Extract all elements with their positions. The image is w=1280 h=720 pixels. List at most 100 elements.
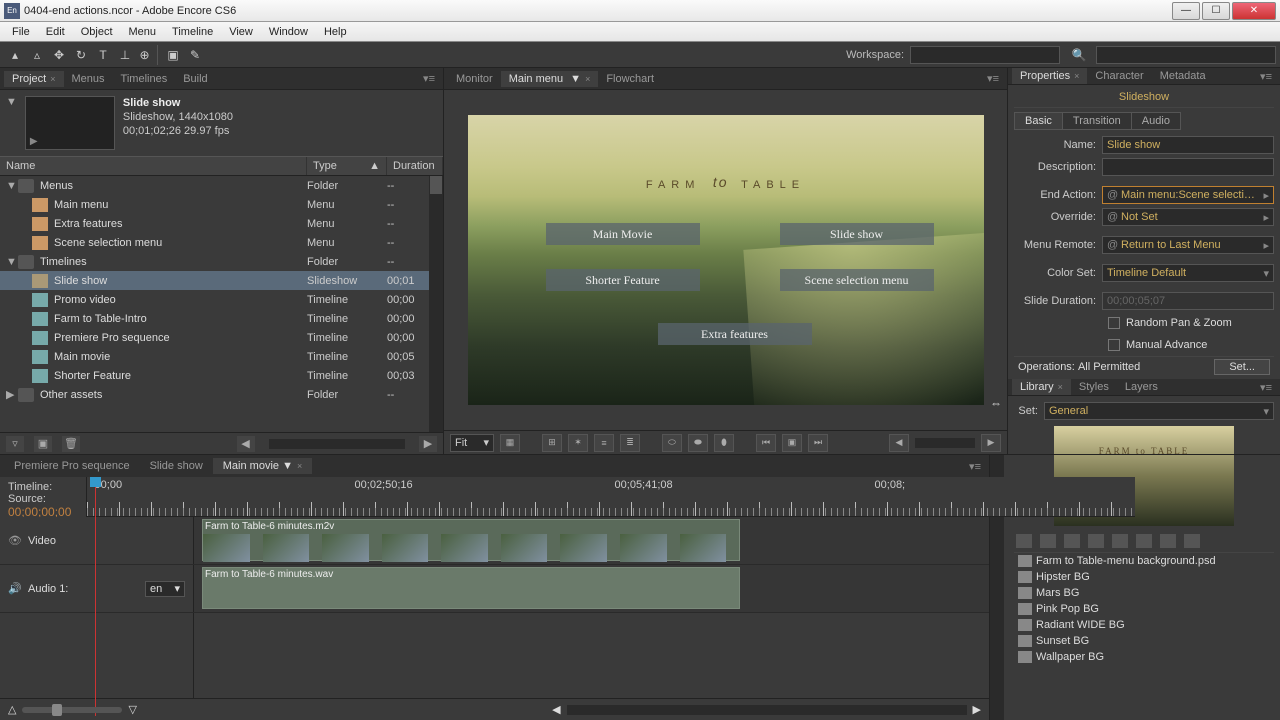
chevron-right-icon[interactable]: ▸ <box>1263 189 1269 202</box>
monitor-canvas[interactable]: FARM to TABLE Main Movie Slide show Shor… <box>444 90 1007 430</box>
tab-metadata[interactable]: Metadata <box>1152 68 1214 84</box>
tab-styles[interactable]: Styles <box>1071 379 1117 395</box>
preview-btn-main-movie[interactable]: Main Movie <box>546 223 700 245</box>
tab-basic[interactable]: Basic <box>1014 112 1063 130</box>
column-name[interactable]: Name <box>0 157 307 175</box>
project-item[interactable]: Main menuMenu-- <box>0 195 443 214</box>
workspace-select[interactable] <box>910 46 1060 64</box>
timeline-h-scrollbar[interactable] <box>567 705 967 715</box>
new-button-icon[interactable]: ⬭ <box>662 434 682 452</box>
scroll-left-icon[interactable]: ◀ <box>889 434 909 452</box>
scroll-left-icon[interactable]: ◀ <box>237 436 255 452</box>
menu-timeline[interactable]: Timeline <box>164 26 221 38</box>
menu-menu[interactable]: Menu <box>121 26 165 38</box>
project-list[interactable]: ▼MenusFolder--Main menuMenu--Extra featu… <box>0 176 443 432</box>
project-item[interactable]: Slide showSlideshow00;01 <box>0 271 443 290</box>
preview-btn-scene[interactable]: Scene selection menu <box>780 269 934 291</box>
column-duration[interactable]: Duration <box>387 157 443 175</box>
project-item[interactable]: Premiere Pro sequenceTimeline00;00 <box>0 328 443 347</box>
routing-icon[interactable]: ⊞ <box>542 434 562 452</box>
preview-icon[interactable]: ▣ <box>162 45 184 65</box>
name-field[interactable]: Slide show <box>1102 136 1274 154</box>
tab-properties[interactable]: Properties× <box>1012 68 1087 84</box>
search-input[interactable] <box>1096 46 1276 64</box>
project-item[interactable]: ▼MenusFolder-- <box>0 176 443 195</box>
edit-menu-icon[interactable]: ✎ <box>184 45 206 65</box>
filter-icon[interactable]: ▿ <box>6 436 24 452</box>
chevron-right-icon[interactable]: ▸ <box>1263 211 1269 224</box>
scroll-left-icon[interactable]: ◀ <box>552 703 560 716</box>
description-field[interactable] <box>1102 158 1274 176</box>
preview-btn-shorter[interactable]: Shorter Feature <box>546 269 700 291</box>
preview-btn-extra[interactable]: Extra features <box>658 323 812 345</box>
new-item-icon[interactable]: ▣ <box>34 436 52 452</box>
new-button2-icon[interactable]: ⬬ <box>688 434 708 452</box>
show-normal-icon[interactable]: ✶ <box>568 434 588 452</box>
timeline-tab-slideshow[interactable]: Slide show <box>140 458 213 474</box>
prev-chapter-icon[interactable]: ⏮ <box>756 434 776 452</box>
pickwhip-icon[interactable]: @ <box>1107 239 1121 251</box>
chevron-down-icon[interactable]: ▾ <box>1263 405 1269 418</box>
tab-transition[interactable]: Transition <box>1062 112 1132 130</box>
rotate-tool-icon[interactable]: ↻ <box>70 45 92 65</box>
zoom-slider[interactable] <box>22 707 122 713</box>
tab-timelines[interactable]: Timelines <box>113 71 176 87</box>
panel-flyout-icon[interactable]: ▾≡ <box>983 72 1003 85</box>
direct-select-tool-icon[interactable]: ▵ <box>26 45 48 65</box>
search-icon[interactable]: 🔍 <box>1068 45 1090 65</box>
project-item[interactable]: Shorter FeatureTimeline00;03 <box>0 366 443 385</box>
move-tool-icon[interactable]: ✥ <box>48 45 70 65</box>
menu-view[interactable]: View <box>221 26 261 38</box>
project-item[interactable]: Main movieTimeline00;05 <box>0 347 443 366</box>
menu-object[interactable]: Object <box>73 26 121 38</box>
tab-monitor[interactable]: Monitor <box>448 71 501 87</box>
project-item[interactable]: Promo videoTimeline00;00 <box>0 290 443 309</box>
pickwhip-icon[interactable]: @ <box>1107 189 1121 201</box>
timeline-tab-premiere[interactable]: Premiere Pro sequence <box>4 458 140 474</box>
safe-area-icon[interactable]: ▦ <box>500 434 520 452</box>
h-scrollbar[interactable] <box>269 439 406 449</box>
text-tool-icon[interactable]: T <box>92 45 114 65</box>
scroll-right-icon[interactable]: ▶ <box>981 434 1001 452</box>
scroll-right-icon[interactable]: ▶ <box>973 703 981 716</box>
tab-layers[interactable]: Layers <box>1117 379 1166 395</box>
monitor-h-scrollbar[interactable] <box>915 438 975 448</box>
project-item[interactable]: Extra featuresMenu-- <box>0 214 443 233</box>
menu-window[interactable]: Window <box>261 26 316 38</box>
vertical-text-tool-icon[interactable]: ⊥ <box>114 45 136 65</box>
tab-flowchart[interactable]: Flowchart <box>598 71 662 87</box>
menu-remote-field[interactable]: @Return to Last Menu▸ <box>1102 236 1274 254</box>
new-button3-icon[interactable]: ⬮ <box>714 434 734 452</box>
video-track-body[interactable]: Farm to Table-6 minutes.m2v <box>194 517 989 564</box>
tab-audio[interactable]: Audio <box>1131 112 1181 130</box>
eye-icon[interactable]: 👁 <box>8 534 22 547</box>
close-button[interactable]: ✕ <box>1232 2 1276 20</box>
scroll-right-icon[interactable]: ▶ <box>419 436 437 452</box>
project-item[interactable]: ▶Other assetsFolder-- <box>0 385 443 404</box>
next-chapter-icon[interactable]: ⏭ <box>808 434 828 452</box>
playhead[interactable] <box>95 477 96 716</box>
panel-flyout-icon[interactable]: ▾≡ <box>1256 70 1276 83</box>
project-scrollbar[interactable] <box>429 176 443 432</box>
speaker-icon[interactable]: 🔊 <box>8 582 22 595</box>
maximize-button[interactable]: ☐ <box>1202 2 1230 20</box>
color-set-field[interactable]: Timeline Default▾ <box>1102 264 1274 282</box>
operations-set-button[interactable]: Set... <box>1214 359 1270 375</box>
audio-track-body[interactable]: Farm to Table-6 minutes.wav <box>194 565 989 612</box>
time-ruler[interactable]: 00;0000;02;50;1600;05;41;0800;08; <box>87 477 1135 517</box>
preview-here-icon[interactable]: ▣ <box>782 434 802 452</box>
panel-flyout-icon[interactable]: ▾≡ <box>419 72 439 85</box>
project-item[interactable]: Scene selection menuMenu-- <box>0 233 443 252</box>
zoom-in-icon[interactable]: ▽ <box>128 703 136 716</box>
trash-icon[interactable]: 🗑 <box>62 436 80 452</box>
tab-main-menu[interactable]: Main menu ▼× <box>501 71 599 87</box>
override-field[interactable]: @Not Set▸ <box>1102 208 1274 226</box>
column-type[interactable]: Type ▲ <box>307 157 387 175</box>
menu-help[interactable]: Help <box>316 26 355 38</box>
selection-tool-icon[interactable]: ▴ <box>4 45 26 65</box>
menu-file[interactable]: File <box>4 26 38 38</box>
manual-advance-checkbox[interactable] <box>1108 339 1120 351</box>
zoom-out-icon[interactable]: △ <box>8 703 16 716</box>
zoom-tool-icon[interactable]: ⊕ <box>136 45 158 65</box>
chevron-right-icon[interactable]: ▸ <box>1263 239 1269 252</box>
